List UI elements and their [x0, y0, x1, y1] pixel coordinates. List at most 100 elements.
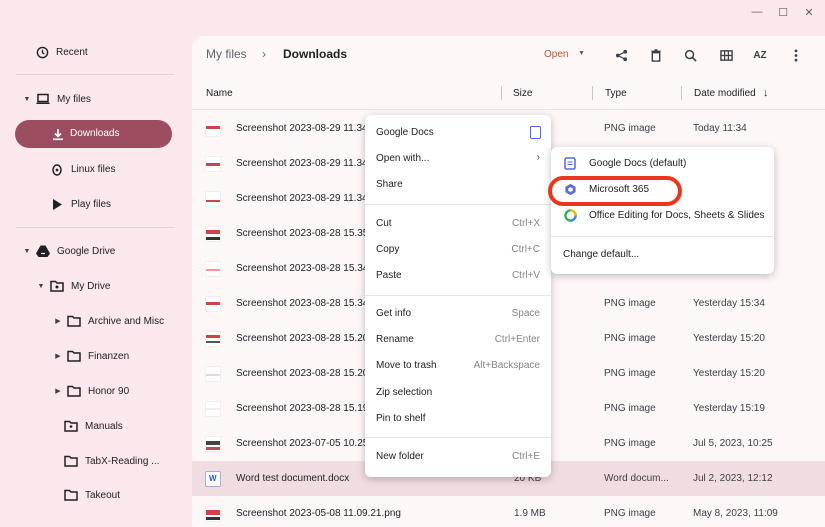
column-divider[interactable]	[681, 86, 682, 100]
download-icon	[51, 127, 65, 141]
menu-item-label: Zip selection	[376, 387, 433, 398]
file-date: Yesterday 15:19	[693, 403, 765, 414]
breadcrumb-root[interactable]: My files	[206, 47, 247, 61]
shortcut-hint: Ctrl+V	[511, 270, 540, 281]
divider	[16, 227, 174, 228]
sidebar-item-label: My files	[57, 93, 91, 105]
image-thumbnail-icon	[205, 296, 221, 312]
sidebar-item-play-files[interactable]: Play files	[50, 190, 111, 218]
file-date: Jul 5, 2023, 10:25	[693, 438, 773, 449]
sidebar-item-my-files[interactable]: ▼ My files	[22, 85, 91, 113]
column-size[interactable]: Size	[513, 88, 532, 99]
column-date[interactable]: Date modified	[694, 88, 756, 99]
file-name: Screenshot 2023-08-28 15.34...	[236, 263, 377, 274]
menu-item-get-info[interactable]: Get info Space	[365, 302, 551, 326]
window-controls: — ☐ ✕	[751, 6, 815, 19]
file-name: Screenshot 2023-05-08 11.09.21.png	[236, 508, 401, 519]
image-thumbnail-icon	[205, 331, 221, 347]
caret-down-icon[interactable]: ▼	[578, 50, 585, 57]
sidebar: Recent ▼ My files Downloads Linux files …	[0, 24, 190, 527]
menu-item-label: Move to trash	[376, 360, 437, 371]
sidebar-item-linux-files[interactable]: Linux files	[50, 155, 115, 183]
submenu-item-google-docs[interactable]: Google Docs (default)	[551, 152, 774, 176]
menu-item-label: Get info	[376, 308, 412, 319]
laptop-icon	[36, 92, 50, 106]
grid-view-icon[interactable]	[718, 47, 734, 63]
menu-item-rename[interactable]: Rename Ctrl+Enter	[365, 328, 551, 352]
column-type[interactable]: Type	[605, 88, 627, 99]
column-divider[interactable]	[501, 86, 502, 100]
menu-item-open-with[interactable]: Open with... ›	[365, 147, 551, 171]
menu-divider	[365, 204, 551, 205]
column-name[interactable]: Name	[206, 88, 233, 99]
drive-folder-icon	[50, 279, 64, 293]
sidebar-item-folder[interactable]: TabX-Reading ...	[64, 447, 160, 475]
sidebar-item-downloads[interactable]: Downloads	[15, 120, 172, 148]
image-thumbnail-icon	[205, 261, 221, 277]
menu-item-move-to-trash[interactable]: Move to trash Alt+Backspace	[365, 354, 551, 378]
menu-item-new-folder[interactable]: New folder Ctrl+E	[365, 445, 551, 469]
file-type: PNG image	[604, 403, 656, 414]
chevron-right-icon[interactable]: ▶	[53, 317, 63, 325]
shortcut-hint: Alt+Backspace	[473, 360, 540, 371]
shortcut-hint: Ctrl+Enter	[494, 334, 540, 345]
sort-icon[interactable]: AZ	[752, 47, 768, 63]
folder-icon	[64, 488, 78, 502]
sidebar-item-folder[interactable]: ▶ Finanzen	[53, 342, 129, 370]
sidebar-item-label: Takeout	[85, 489, 121, 501]
sidebar-item-recent[interactable]: Recent	[35, 38, 88, 66]
sidebar-item-folder[interactable]: ▶ Honor 90	[53, 377, 129, 405]
sidebar-item-folder[interactable]: Takeout	[64, 481, 120, 509]
file-type: Word docum...	[604, 473, 669, 484]
submenu-item-office-editing[interactable]: Office Editing for Docs, Sheets & Slides	[551, 204, 774, 228]
menu-item-share[interactable]: Share	[365, 173, 551, 197]
sidebar-item-google-drive[interactable]: ▼ Google Drive	[22, 237, 115, 265]
submenu-item-label: Office Editing for Docs, Sheets & Slides	[589, 210, 765, 221]
sidebar-item-my-drive[interactable]: ▼ My Drive	[36, 272, 110, 300]
search-icon[interactable]	[682, 47, 698, 63]
menu-item-google-docs[interactable]: Google Docs	[365, 121, 551, 145]
context-menu: Google Docs Open with... › Share Cut Ctr…	[365, 115, 551, 477]
menu-item-pin-to-shelf[interactable]: Pin to shelf	[365, 407, 551, 431]
submenu-item-change-default[interactable]: Change default...	[551, 243, 774, 267]
google-drive-icon	[36, 244, 50, 258]
open-button[interactable]: Open	[544, 49, 568, 60]
chevron-down-icon[interactable]: ▼	[36, 283, 46, 290]
image-thumbnail-icon	[205, 401, 221, 417]
close-button[interactable]: ✕	[803, 6, 815, 19]
chevron-down-icon[interactable]: ▼	[22, 96, 32, 103]
file-type: PNG image	[604, 508, 656, 519]
file-size: 1.9 MB	[514, 508, 546, 519]
menu-item-paste[interactable]: Paste Ctrl+V	[365, 264, 551, 288]
delete-icon[interactable]	[648, 47, 664, 63]
chevron-right-icon[interactable]: ▶	[53, 352, 63, 360]
more-vert-icon[interactable]	[788, 47, 804, 63]
sidebar-item-folder[interactable]: Manuals	[64, 412, 123, 440]
chevron-down-icon[interactable]: ▼	[22, 248, 32, 255]
open-with-submenu: Google Docs (default) Microsoft 365 Offi…	[551, 147, 774, 274]
file-date: Jul 2, 2023, 12:12	[693, 473, 773, 484]
arrow-down-icon[interactable]: ↓	[763, 87, 769, 99]
maximize-button[interactable]: ☐	[777, 6, 789, 19]
menu-item-cut[interactable]: Cut Ctrl+X	[365, 212, 551, 236]
menu-item-zip-selection[interactable]: Zip selection	[365, 381, 551, 405]
sidebar-item-folder[interactable]: ▶ Archive and Misc	[53, 307, 164, 335]
file-type: PNG image	[604, 123, 656, 134]
menu-item-label: Open with...	[376, 153, 430, 164]
chevron-right-icon[interactable]: ▶	[53, 387, 63, 395]
sidebar-item-label: My Drive	[71, 280, 111, 292]
sidebar-item-label: TabX-Reading ...	[85, 455, 160, 467]
file-name: Screenshot 2023-08-29 11.34...	[236, 123, 376, 134]
menu-item-label: Share	[376, 179, 403, 190]
menu-divider	[365, 437, 551, 438]
folder-icon	[67, 349, 81, 363]
column-divider[interactable]	[592, 86, 593, 100]
table-row[interactable]: Screenshot 2023-05-08 11.09.21.png 1.9 M…	[192, 496, 825, 527]
menu-item-copy[interactable]: Copy Ctrl+C	[365, 238, 551, 262]
share-icon[interactable]	[613, 47, 629, 63]
file-name: Screenshot 2023-08-29 11.34...	[236, 158, 376, 169]
toolbar: My files › Downloads Open ▼ AZ	[192, 36, 825, 74]
word-document-icon: W	[205, 471, 221, 487]
clock-icon	[35, 45, 49, 59]
minimize-button[interactable]: —	[751, 6, 763, 19]
